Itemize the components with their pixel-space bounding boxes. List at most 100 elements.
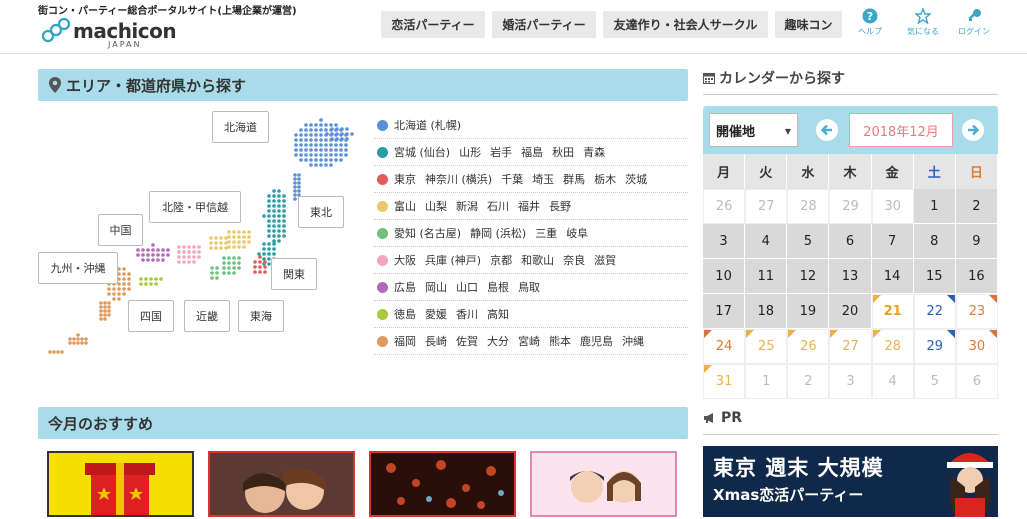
prefecture-link[interactable]: 石川 [487, 198, 509, 214]
next-month-button[interactable] [962, 119, 984, 141]
pr-banner[interactable]: 東京 週末 大規模 Xmas恋活パーティー [703, 446, 998, 517]
calendar-day[interactable]: 18 [745, 294, 788, 329]
map-btn-hokkaido[interactable]: 北海道 [212, 111, 269, 143]
prefecture-link[interactable]: 秋田 [552, 144, 574, 160]
prefecture-link[interactable]: 沖縄 [622, 333, 644, 349]
calendar-day[interactable]: 16 [955, 259, 998, 294]
prefecture-link[interactable]: 山梨 [425, 198, 447, 214]
login-link[interactable]: ログイン [952, 8, 996, 37]
calendar-day[interactable]: 25 [745, 329, 788, 364]
calendar-day[interactable]: 23 [955, 294, 998, 329]
calendar-day[interactable]: 12 [787, 259, 830, 294]
calendar-day[interactable]: 17 [703, 294, 746, 329]
nav-love-party[interactable]: 恋活パーティー [381, 11, 485, 38]
venue-select[interactable]: 開催地 ▼ [709, 113, 798, 147]
calendar-day[interactable]: 28 [871, 329, 914, 364]
prefecture-link[interactable]: 大分 [487, 333, 509, 349]
prefecture-link[interactable]: 岡山 [425, 279, 447, 295]
recommend-card-4[interactable] [530, 451, 677, 517]
calendar-day[interactable]: 13 [829, 259, 872, 294]
prefecture-link[interactable]: 熊本 [549, 333, 571, 349]
nav-marriage-party[interactable]: 婚活パーティー [492, 11, 596, 38]
map-btn-kinki[interactable]: 近畿 [184, 300, 230, 332]
calendar-day[interactable]: 11 [745, 259, 788, 294]
prefecture-link[interactable]: 東京 [394, 171, 416, 187]
recommend-card-1[interactable] [47, 451, 194, 517]
prefecture-link[interactable]: 富山 [394, 198, 416, 214]
prefecture-link[interactable]: 岩手 [490, 144, 512, 160]
calendar-day[interactable]: 2 [955, 189, 998, 224]
prefecture-link[interactable]: 兵庫 (神戸) [425, 252, 481, 268]
prefecture-link[interactable]: 山口 [456, 279, 478, 295]
calendar-day[interactable]: 22 [913, 294, 956, 329]
prefecture-link[interactable]: 佐賀 [456, 333, 478, 349]
prefecture-link[interactable]: 京都 [490, 252, 512, 268]
nav-hobby-con[interactable]: 趣味コン [775, 11, 842, 38]
prefecture-link[interactable]: 静岡 (浜松) [470, 225, 526, 241]
prefecture-link[interactable]: 徳島 [394, 306, 416, 322]
map-btn-chugoku[interactable]: 中国 [98, 214, 143, 246]
map-btn-kyushu[interactable]: 九州・沖縄 [38, 252, 118, 284]
calendar-day[interactable]: 3 [703, 224, 746, 259]
prefecture-link[interactable]: 高知 [487, 306, 509, 322]
calendar-day[interactable]: 29 [913, 329, 956, 364]
prefecture-link[interactable]: 和歌山 [521, 252, 554, 268]
calendar-day[interactable]: 8 [913, 224, 956, 259]
prefecture-link[interactable]: 広島 [394, 279, 416, 295]
calendar-day[interactable]: 15 [913, 259, 956, 294]
prefecture-link[interactable]: 千葉 [501, 171, 523, 187]
calendar-day[interactable]: 4 [745, 224, 788, 259]
calendar-day[interactable]: 1 [913, 189, 956, 224]
map-btn-kanto[interactable]: 関東 [271, 258, 317, 290]
prefecture-link[interactable]: 鳥取 [518, 279, 540, 295]
prefecture-link[interactable]: 新潟 [456, 198, 478, 214]
prefecture-link[interactable]: 青森 [583, 144, 605, 160]
site-logo[interactable]: machicon JAPAN [40, 14, 180, 50]
prefecture-link[interactable]: 群馬 [563, 171, 585, 187]
nav-friends-circle[interactable]: 友達作り・社会人サークル [603, 11, 768, 38]
prefecture-link[interactable]: 埼玉 [532, 171, 554, 187]
map-btn-tohoku[interactable]: 東北 [298, 196, 344, 228]
prefecture-link[interactable]: 奈良 [563, 252, 585, 268]
help-link[interactable]: ? ヘルプ [848, 8, 892, 37]
japan-map[interactable]: 北海道 北陸・甲信越 東北 中国 九州・沖縄 関東 四国 近畿 東海 [38, 104, 368, 364]
prefecture-link[interactable]: 愛知 (名古屋) [394, 225, 461, 241]
prefecture-link[interactable]: 鹿児島 [580, 333, 613, 349]
calendar-day[interactable]: 10 [703, 259, 746, 294]
prefecture-link[interactable]: 栃木 [594, 171, 616, 187]
calendar-day[interactable]: 7 [871, 224, 914, 259]
prefecture-link[interactable]: 滋賀 [594, 252, 616, 268]
map-btn-tokai[interactable]: 東海 [238, 300, 284, 332]
calendar-day[interactable]: 14 [871, 259, 914, 294]
calendar-day[interactable]: 24 [703, 329, 746, 364]
prefecture-link[interactable]: 福島 [521, 144, 543, 160]
prefecture-link[interactable]: 茨城 [625, 171, 647, 187]
favorites-link[interactable]: 気になる [901, 8, 945, 37]
prefecture-link[interactable]: 長崎 [425, 333, 447, 349]
calendar-day[interactable]: 6 [829, 224, 872, 259]
prefecture-link[interactable]: 福岡 [394, 333, 416, 349]
prev-month-button[interactable] [816, 119, 838, 141]
calendar-day[interactable]: 30 [955, 329, 998, 364]
prefecture-link[interactable]: 山形 [459, 144, 481, 160]
prefecture-link[interactable]: 三重 [535, 225, 557, 241]
prefecture-link[interactable]: 島根 [487, 279, 509, 295]
calendar-day[interactable]: 21 [871, 294, 914, 329]
calendar-day[interactable]: 20 [829, 294, 872, 329]
calendar-day[interactable]: 27 [829, 329, 872, 364]
calendar-day[interactable]: 31 [703, 364, 746, 399]
recommend-card-2[interactable] [208, 451, 355, 517]
calendar-day[interactable]: 9 [955, 224, 998, 259]
calendar-day[interactable]: 26 [787, 329, 830, 364]
calendar-day[interactable]: 19 [787, 294, 830, 329]
prefecture-link[interactable]: 香川 [456, 306, 478, 322]
prefecture-link[interactable]: 福井 [518, 198, 540, 214]
prefecture-link[interactable]: 宮崎 [518, 333, 540, 349]
prefecture-link[interactable]: 岐阜 [566, 225, 588, 241]
prefecture-link[interactable]: 大阪 [394, 252, 416, 268]
map-btn-hokuriku[interactable]: 北陸・甲信越 [149, 191, 241, 223]
prefecture-link[interactable]: 宮城 (仙台) [394, 144, 450, 160]
prefecture-link[interactable]: 愛媛 [425, 306, 447, 322]
map-btn-shikoku[interactable]: 四国 [128, 300, 174, 332]
prefecture-link[interactable]: 神奈川 (横浜) [425, 171, 492, 187]
